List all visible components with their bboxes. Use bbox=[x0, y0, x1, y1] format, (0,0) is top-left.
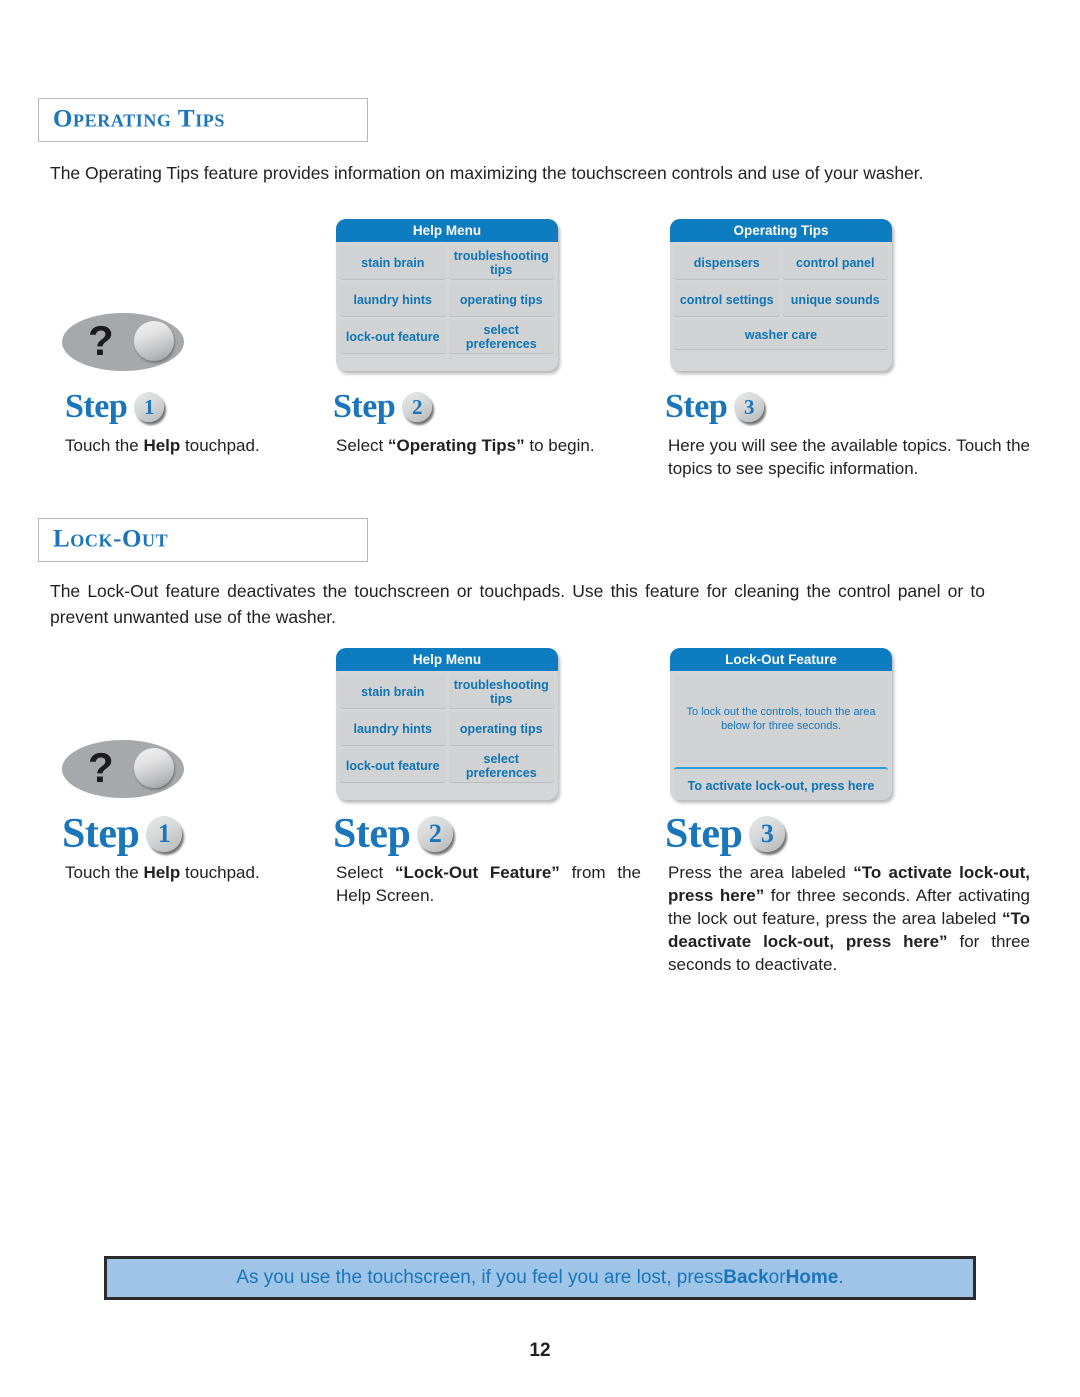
panel-button-troubleshooting-tips[interactable]: troubleshooting tips bbox=[448, 246, 554, 280]
step-caption-1-lock-out: Touch the Help touchpad. bbox=[65, 861, 315, 884]
caption-text-end: touchpad. bbox=[180, 863, 260, 882]
panel-button-operating-tips[interactable]: operating tips bbox=[448, 712, 554, 746]
touchscreen-panel-operating-tips[interactable]: Operating Tips dispensers control panel … bbox=[670, 219, 892, 371]
page-number: 12 bbox=[529, 1340, 551, 1361]
step-caption-3-operating-tips: Here you will see the available topics. … bbox=[668, 436, 1030, 478]
step-caption-1-operating-tips: Touch the Help touchpad. bbox=[65, 434, 315, 457]
step-caption-2-lock-out: Select “Lock-Out Feature” from the Help … bbox=[336, 861, 641, 907]
caption-text: Select bbox=[336, 436, 388, 455]
callout-text-end: . bbox=[838, 1267, 844, 1288]
caption-bold: Help bbox=[143, 436, 181, 455]
panel-header-operating-tips: Operating Tips bbox=[670, 219, 892, 242]
step-heading-3-operating-tips: Step 3 bbox=[665, 388, 765, 426]
help-touchpad-graphic: ? bbox=[62, 313, 184, 371]
step-number-badge: 3 bbox=[749, 816, 786, 852]
panel-button-control-settings[interactable]: control settings bbox=[674, 283, 780, 317]
step-word: Step bbox=[665, 388, 728, 425]
question-mark-icon: ? bbox=[88, 317, 114, 364]
step-heading-1-operating-tips: Step 1 bbox=[65, 388, 165, 426]
caption-bold: “Lock-Out Feature” bbox=[395, 863, 560, 882]
panel-button-troubleshooting-tips[interactable]: troubleshooting tips bbox=[448, 675, 554, 709]
panel-button-lock-out-feature[interactable]: lock-out feature bbox=[340, 320, 446, 354]
panel-header-help-menu: Help Menu bbox=[336, 648, 558, 671]
panel-button-washer-care[interactable]: washer care bbox=[674, 320, 888, 350]
help-touchpad-graphic-lock-out: ? bbox=[62, 740, 184, 798]
step-caption-2-operating-tips: Select “Operating Tips” to begin. bbox=[336, 434, 636, 457]
bottom-callout-banner: As you use the touchscreen, if you feel … bbox=[104, 1256, 976, 1300]
step-word: Step bbox=[665, 811, 743, 857]
panel-button-grid-operating-tips: dispensers control panel control setting… bbox=[674, 242, 888, 350]
panel-button-laundry-hints[interactable]: laundry hints bbox=[340, 283, 446, 317]
caption-text: Touch the bbox=[65, 436, 144, 455]
step-number-badge: 2 bbox=[417, 816, 454, 852]
panel-button-grid: stain brain troubleshooting tips laundry… bbox=[340, 242, 554, 354]
step-word: Step bbox=[333, 388, 396, 425]
caption-bold: Help bbox=[143, 863, 181, 882]
touchscreen-panel-help-menu-lock-out[interactable]: Help Menu stain brain troubleshooting ti… bbox=[336, 648, 558, 800]
panel-button-unique-sounds[interactable]: unique sounds bbox=[782, 283, 888, 317]
step-heading-3-lock-out: Step 3 bbox=[665, 810, 786, 858]
caption-bold: “Operating Tips” bbox=[387, 436, 525, 455]
panel-button-dispensers[interactable]: dispensers bbox=[674, 246, 780, 280]
panel-button-stain-brain[interactable]: stain brain bbox=[340, 675, 446, 709]
caption-text: Touch the bbox=[65, 863, 144, 882]
step-caption-3-lock-out: Press the area labeled “To activate lock… bbox=[668, 861, 1030, 976]
section-heading-lock-out: Lock-Out bbox=[38, 518, 368, 562]
step-heading-2-operating-tips: Step 2 bbox=[333, 388, 433, 426]
callout-bold-home: Home bbox=[785, 1267, 839, 1288]
intro-paragraph-lock-out: The Lock-Out feature deactivates the tou… bbox=[50, 581, 985, 627]
step-word: Step bbox=[65, 388, 128, 425]
callout-bold-back: Back bbox=[723, 1267, 769, 1288]
panel-header-lock-out-feature: Lock-Out Feature bbox=[670, 648, 892, 671]
caption-text-end: touchpad. bbox=[180, 436, 260, 455]
caption-text: Press the area labeled bbox=[668, 863, 854, 882]
touchscreen-panel-help-menu[interactable]: Help Menu stain brain troubleshooting ti… bbox=[336, 219, 558, 371]
step-heading-1-lock-out: Step 1 bbox=[62, 810, 183, 858]
panel-button-grid: stain brain troubleshooting tips laundry… bbox=[340, 671, 554, 783]
section-heading-operating-tips-label: Operating Tips bbox=[53, 105, 226, 133]
panel-button-lock-out-feature[interactable]: lock-out feature bbox=[340, 749, 446, 783]
panel-button-operating-tips[interactable]: operating tips bbox=[448, 283, 554, 317]
step-number-badge: 2 bbox=[402, 392, 433, 422]
panel-button-control-panel[interactable]: control panel bbox=[782, 246, 888, 280]
step-number-badge: 1 bbox=[146, 816, 183, 852]
question-mark-icon: ? bbox=[88, 744, 114, 791]
panel-button-stain-brain[interactable]: stain brain bbox=[340, 246, 446, 280]
touchscreen-panel-lock-out-feature[interactable]: Lock-Out Feature To lock out the control… bbox=[670, 648, 892, 800]
step-number-badge: 1 bbox=[134, 392, 165, 422]
intro-paragraph-operating-tips: The Operating Tips feature provides info… bbox=[50, 163, 924, 183]
panel-button-activate-lock-out[interactable]: To activate lock-out, press here bbox=[674, 767, 888, 800]
panel-button-select-preferences[interactable]: select preferences bbox=[448, 320, 554, 354]
section-heading-operating-tips: Operating Tips bbox=[38, 98, 368, 142]
section-heading-lock-out-label: Lock-Out bbox=[53, 525, 169, 553]
touchpad-knob-icon bbox=[134, 748, 174, 788]
step-number-badge: 3 bbox=[734, 392, 765, 422]
touchpad-knob-icon bbox=[134, 321, 174, 361]
panel-button-laundry-hints[interactable]: laundry hints bbox=[340, 712, 446, 746]
caption-text: Select bbox=[336, 863, 396, 882]
panel-button-select-preferences[interactable]: select preferences bbox=[448, 749, 554, 783]
caption-text-end: to begin. bbox=[524, 436, 595, 455]
lock-out-instruction-text: To lock out the controls, touch the area… bbox=[674, 675, 888, 763]
step-word: Step bbox=[333, 811, 411, 857]
step-heading-2-lock-out: Step 2 bbox=[333, 810, 454, 858]
callout-text-mid: or bbox=[768, 1267, 786, 1288]
step-word: Step bbox=[62, 811, 140, 857]
callout-text: As you use the touchscreen, if you feel … bbox=[236, 1267, 724, 1288]
panel-header-help-menu: Help Menu bbox=[336, 219, 558, 242]
